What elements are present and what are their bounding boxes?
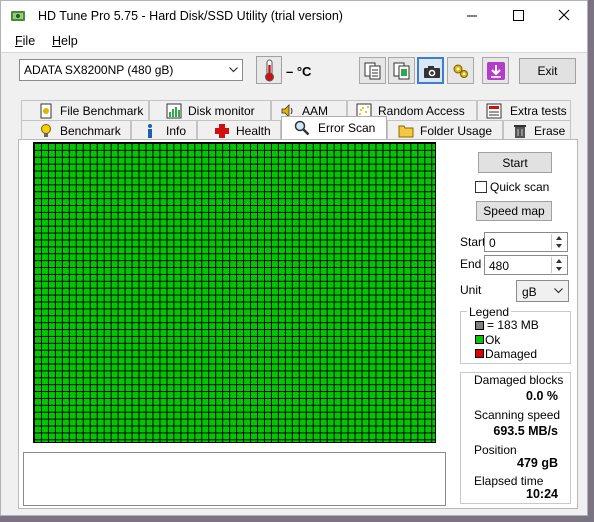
download-button[interactable] (482, 57, 509, 84)
spin-up-icon[interactable] (551, 257, 566, 265)
start-label: Start (460, 235, 486, 249)
spin-down-icon[interactable] (551, 242, 566, 250)
settings-icon (453, 64, 468, 78)
copy-screenshot-icon (393, 62, 410, 80)
tab-erase[interactable]: Erase (503, 120, 571, 140)
legend-swatch-ok (475, 335, 484, 344)
tab-error-scan-front[interactable]: Error Scan (281, 116, 387, 139)
minimize-icon (467, 15, 477, 17)
start-button[interactable]: Start (478, 152, 552, 173)
close-button[interactable] (541, 1, 587, 31)
file-benchmark-icon (40, 103, 52, 119)
disk-monitor-icon (166, 103, 182, 119)
scanning-speed-value: 693.5 MB/s (493, 424, 558, 438)
end-spinner[interactable]: 480 (484, 255, 568, 275)
elapsed-time-value: 10:24 (526, 487, 558, 501)
maximize-button[interactable] (495, 1, 541, 31)
drive-select[interactable]: ADATA SX8200NP (480 gB) (19, 59, 243, 81)
legend-ok: Ok (485, 333, 501, 347)
quick-scan-checkbox[interactable] (475, 181, 487, 193)
maximize-icon (513, 10, 524, 21)
app-icon (11, 11, 25, 21)
scan-block-grid (33, 142, 436, 443)
minimize-button[interactable] (449, 1, 495, 31)
tab-file-benchmark[interactable]: File Benchmark (21, 100, 149, 120)
start-spinner[interactable]: 0 (484, 232, 568, 252)
position-value: 479 gB (517, 456, 558, 470)
camera-button[interactable] (417, 57, 444, 84)
elapsed-time-label: Elapsed time (474, 474, 544, 488)
quick-scan-label: Quick scan (490, 180, 550, 194)
settings-button[interactable] (447, 57, 474, 84)
legend-block-size: = 183 MB (487, 318, 539, 332)
folder-icon (398, 125, 414, 138)
window-title: HD Tune Pro 5.75 - Hard Disk/SSD Utility… (38, 9, 343, 23)
position-label: Position (474, 443, 517, 457)
temperature-readout: – °C (286, 64, 312, 79)
lightbulb-icon (41, 124, 51, 137)
drive-select-value: ADATA SX8200NP (480 gB) (24, 63, 174, 77)
tab-folder-usage[interactable]: Folder Usage (387, 120, 503, 140)
tab-benchmark[interactable]: Benchmark (21, 120, 131, 140)
title-bar: HD Tune Pro 5.75 - Hard Disk/SSD Utility… (1, 1, 587, 31)
tab-disk-monitor[interactable]: Disk monitor (149, 100, 271, 120)
copy-text-icon (364, 62, 381, 80)
legend-title: Legend (467, 305, 512, 319)
damaged-blocks-label: Damaged blocks (474, 373, 564, 387)
info-icon (148, 124, 152, 138)
extra-tests-icon (486, 103, 502, 119)
speed-map-button[interactable]: Speed map (476, 201, 552, 221)
download-icon (487, 62, 505, 80)
spin-up-icon[interactable] (551, 234, 566, 242)
unit-select[interactable]: gB (516, 280, 569, 302)
scan-log-box[interactable] (23, 452, 446, 506)
menu-bar: File Help (1, 31, 587, 53)
tab-health[interactable]: Health (197, 120, 281, 140)
scanning-speed-label: Scanning speed (474, 408, 561, 422)
spin-down-icon[interactable] (551, 265, 566, 273)
damaged-blocks-value: 0.0 % (526, 389, 558, 403)
tab-extra-tests[interactable]: Extra tests (477, 100, 571, 120)
menu-file[interactable]: File (15, 34, 35, 48)
chevron-down-icon (229, 67, 238, 73)
menu-help[interactable]: Help (52, 34, 78, 48)
unit-label: Unit (460, 283, 482, 297)
magnifier-icon (294, 120, 310, 136)
close-icon (558, 9, 570, 21)
health-cross-icon (215, 124, 229, 138)
trash-icon (514, 125, 526, 138)
copy-text-button[interactable] (359, 57, 386, 84)
tab-info[interactable]: Info (131, 120, 197, 140)
thermometer-icon (265, 59, 274, 82)
copy-screenshot-button[interactable] (388, 57, 415, 84)
exit-button[interactable]: Exit (519, 58, 576, 84)
legend-damaged: Damaged (485, 347, 538, 361)
temperature-button[interactable] (256, 56, 282, 84)
end-label: End (460, 257, 482, 271)
camera-icon (424, 66, 440, 78)
legend-swatch-damaged (475, 349, 484, 358)
legend-swatch-block-size (475, 321, 484, 330)
chevron-down-icon (554, 288, 563, 294)
